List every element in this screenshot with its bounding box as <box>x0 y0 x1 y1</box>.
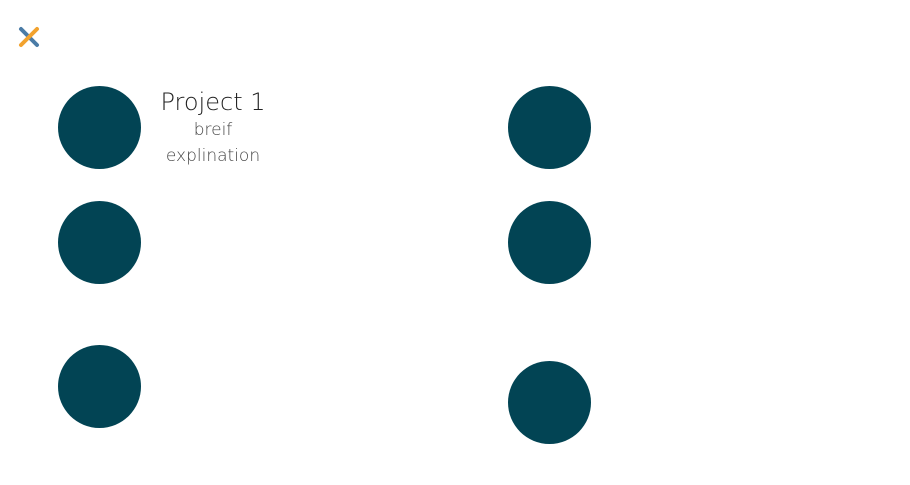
project-title: Project 1 <box>160 88 266 116</box>
project-circle-2[interactable] <box>508 86 591 169</box>
close-icon <box>19 27 39 47</box>
project-description-line-2: explination <box>165 146 261 166</box>
project-circle-1[interactable] <box>58 86 141 169</box>
close-button[interactable] <box>18 26 40 48</box>
project-circle-6[interactable] <box>508 361 591 444</box>
project-circle-4[interactable] <box>508 201 591 284</box>
project-circle-3[interactable] <box>58 201 141 284</box>
project-info: Project 1 breif explination <box>150 87 276 169</box>
project-circle-5[interactable] <box>58 345 141 428</box>
project-description-line-1: breif <box>193 120 233 140</box>
